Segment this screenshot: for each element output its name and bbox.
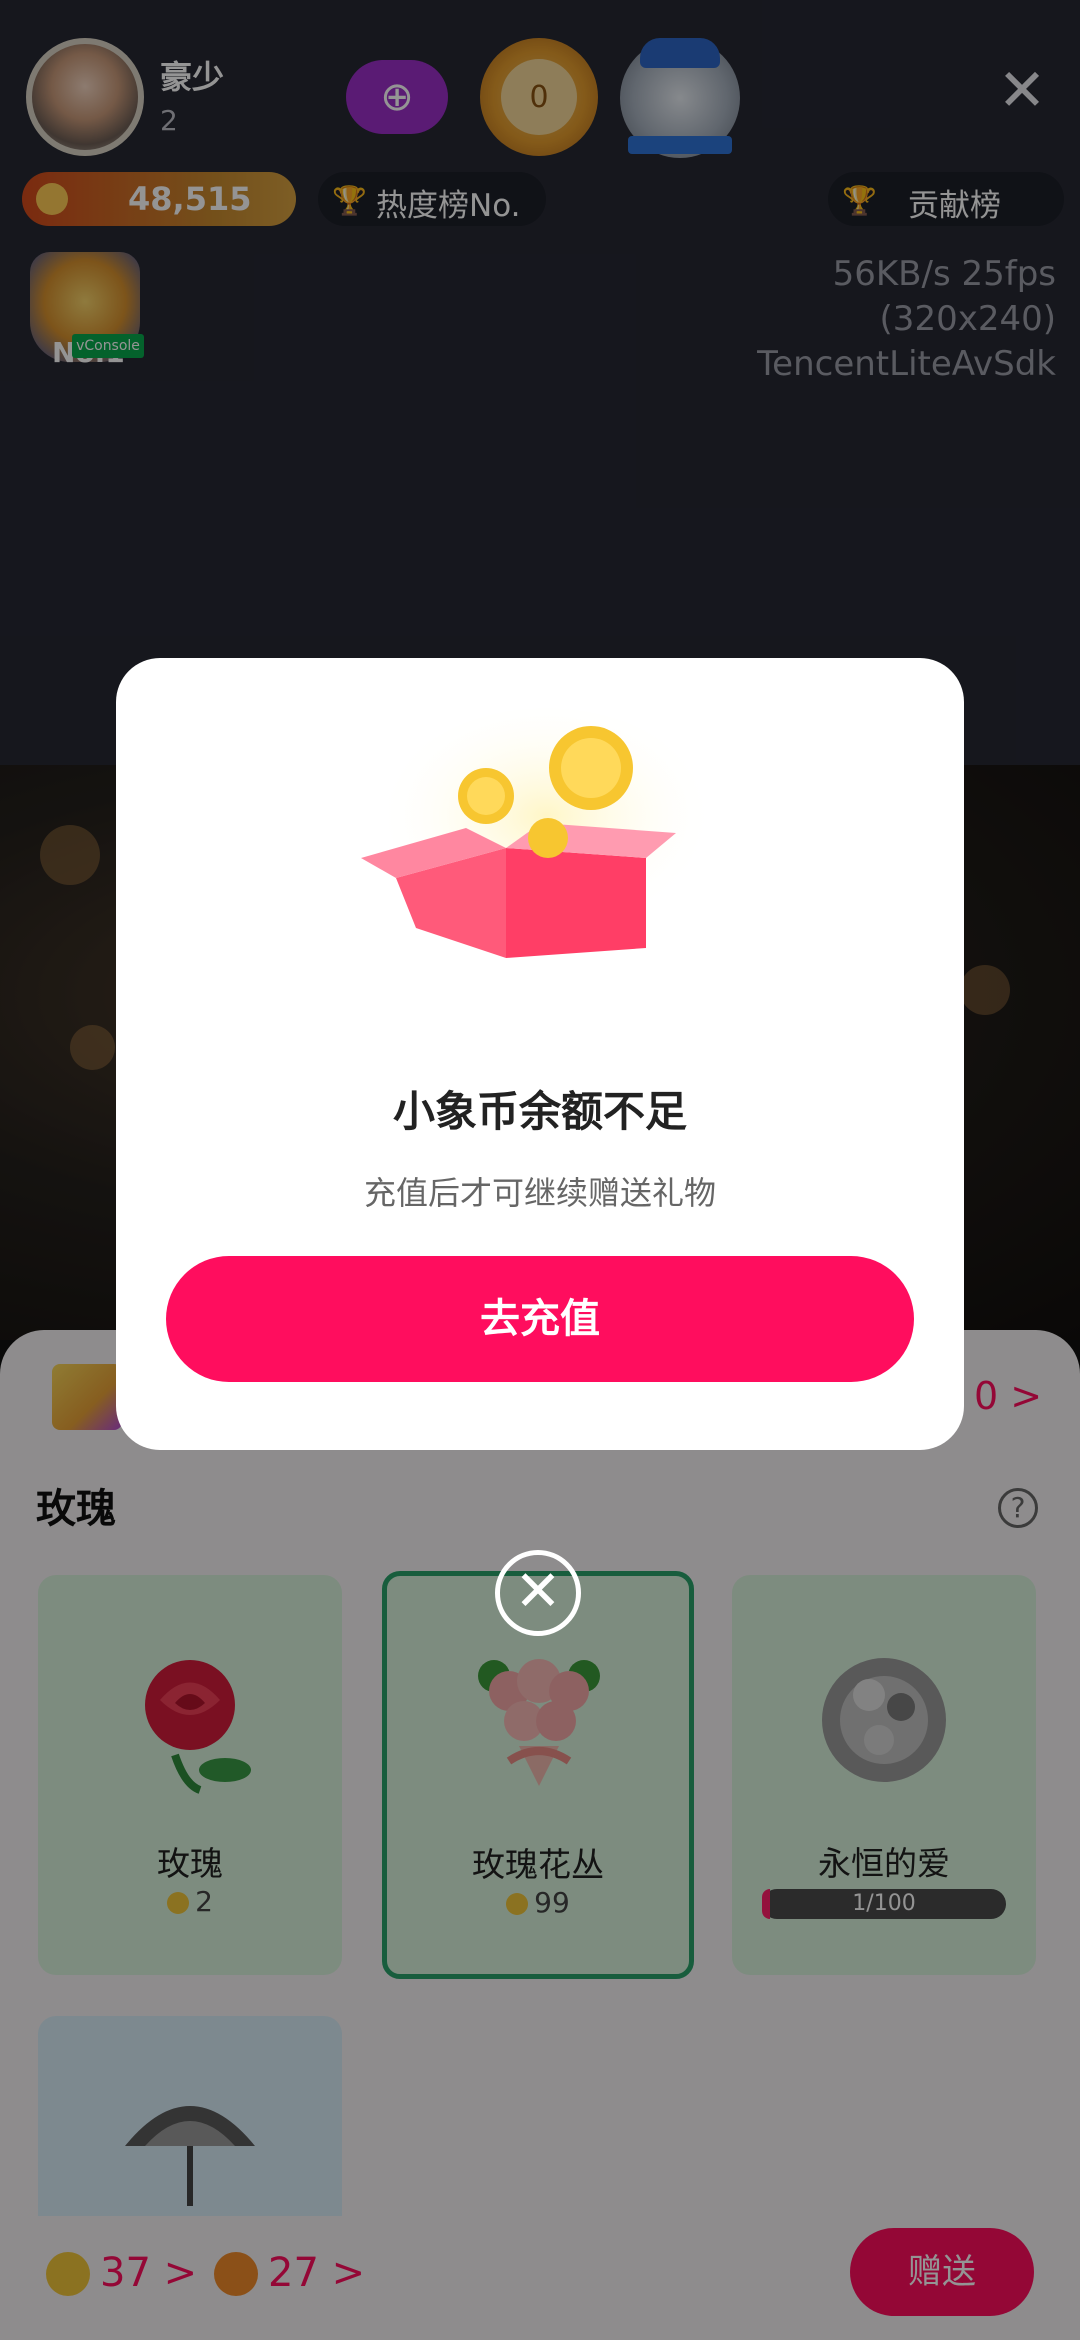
dialog-subtitle: 充值后才可继续赠送礼物 xyxy=(363,1174,716,1212)
remove-selection-icon[interactable]: ✕ xyxy=(495,1550,581,1636)
recharge-button[interactable]: 去充值 xyxy=(166,1256,914,1382)
insufficient-balance-dialog: 小象币余额不足 充值后才可继续赠送礼物 去充值 xyxy=(116,658,964,1450)
treasure-box-icon xyxy=(361,708,716,958)
dialog-title: 小象币余额不足 xyxy=(392,1087,687,1136)
